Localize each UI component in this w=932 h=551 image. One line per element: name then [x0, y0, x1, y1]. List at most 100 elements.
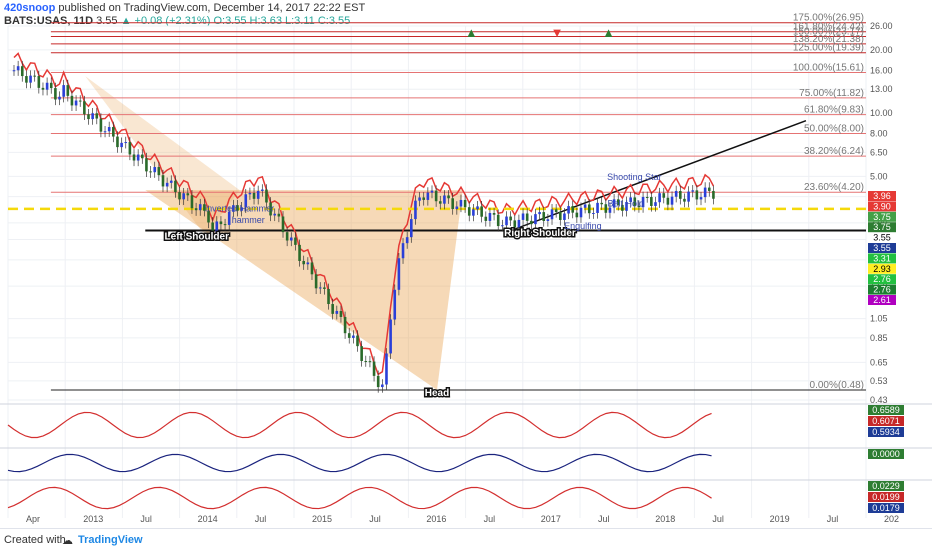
candle-body — [525, 213, 529, 221]
candle-body — [145, 158, 148, 172]
candle-body — [107, 127, 111, 132]
candle-body — [58, 96, 61, 100]
y-tick: 16.00 — [870, 65, 893, 75]
candle-body — [542, 212, 546, 222]
candle-body — [99, 118, 103, 132]
candle-body — [310, 262, 314, 275]
price-tag: 3.31 — [873, 253, 891, 263]
annotation-label: Belt Hold — [607, 198, 644, 208]
fib-label: 75.00%(11.82) — [799, 88, 864, 99]
candle-body — [695, 190, 699, 200]
candle-body — [650, 197, 653, 206]
candle-body — [670, 196, 674, 205]
candle-body — [103, 131, 107, 133]
signal-marker: ▼ — [551, 25, 564, 40]
candle-body — [41, 87, 45, 90]
y-tick: 20.00 — [870, 45, 893, 55]
y-tick: 1.05 — [870, 314, 888, 324]
candle-body — [318, 287, 322, 289]
candle-body — [356, 335, 359, 347]
candle-body — [149, 171, 152, 173]
candle-body — [161, 175, 165, 187]
candle-body — [430, 190, 434, 193]
x-tick: 2019 — [770, 514, 790, 524]
candle-body — [323, 287, 326, 289]
price-tag: 3.96 — [873, 191, 891, 201]
fib-label: 0.00%(0.48) — [810, 380, 864, 391]
annotation-label: Shooting Star — [607, 172, 662, 182]
y-tick: 0.43 — [870, 395, 888, 405]
x-tick: 2018 — [655, 514, 675, 524]
candle-body — [712, 190, 715, 199]
candle-body — [45, 82, 49, 90]
candle-body — [66, 85, 70, 96]
candle-body — [410, 219, 413, 238]
candle-body — [347, 333, 351, 338]
price-tag: 3.75 — [873, 212, 891, 222]
candle-body — [194, 208, 198, 211]
candle-body — [679, 190, 682, 199]
candle-body — [136, 154, 140, 161]
annotation-label: Left Shoulder — [165, 232, 230, 243]
tradingview-brand[interactable]: TradingView — [78, 534, 143, 546]
price-tag: 2.76 — [873, 274, 891, 284]
indicator-tag: 0.0000 — [872, 449, 900, 459]
candle-body — [654, 202, 657, 206]
candle-body — [501, 225, 504, 227]
x-tick: 2014 — [198, 514, 218, 524]
candle-body — [252, 192, 256, 199]
candle-body — [389, 319, 392, 354]
candle-body — [592, 212, 595, 214]
candle-body — [78, 100, 82, 102]
fib-label: 38.20%(6.24) — [804, 146, 864, 157]
candle-body — [426, 192, 430, 200]
chart-area[interactable]: 175.00%(26.95)161.80%(24.42)150.00%(23.1… — [0, 0, 932, 528]
fib-label: 100.00%(15.61) — [793, 63, 864, 74]
candle-body — [29, 75, 32, 83]
indicator-tag: 0.0199 — [872, 492, 900, 502]
candle-body — [476, 206, 479, 210]
candle-body — [219, 221, 223, 225]
candle-body — [608, 207, 612, 213]
candle-body — [447, 195, 450, 199]
candle-body — [381, 384, 384, 388]
candle-body — [438, 201, 442, 204]
candle-body — [352, 335, 355, 338]
candle-body — [20, 66, 24, 77]
candle-body — [451, 198, 454, 210]
annotation-label: hammer — [232, 215, 265, 225]
candle-body — [418, 197, 421, 201]
price-tag: 3.55 — [873, 233, 891, 243]
candle-body — [174, 180, 177, 193]
candle-body — [256, 190, 260, 199]
candle-body — [674, 190, 678, 197]
candle-body — [492, 213, 496, 215]
x-tick: Jul — [712, 514, 724, 524]
candle-body — [16, 66, 20, 71]
annotation-label: Engulfing — [564, 221, 602, 231]
candle-body — [37, 76, 41, 88]
footer-bar: Created with ☁ TradingView — [0, 528, 932, 551]
y-tick: 5.00 — [870, 171, 888, 181]
candle-body — [157, 167, 161, 176]
candle-body — [480, 206, 483, 217]
candle-body — [343, 316, 347, 334]
candle-body — [703, 187, 707, 198]
price-tag: 3.75 — [873, 222, 891, 232]
candle-body — [699, 197, 703, 200]
x-tick: Apr — [26, 514, 40, 524]
candle-body — [459, 199, 463, 207]
x-tick: 2015 — [312, 514, 332, 524]
price-tag: 3.90 — [873, 201, 891, 211]
candle-body — [546, 219, 550, 222]
signal-marker: ▲ — [465, 25, 478, 40]
candle-body — [182, 193, 185, 200]
indicator-line — [7, 453, 712, 473]
x-tick: Jul — [484, 514, 496, 524]
candle-body — [463, 199, 467, 208]
candle-body — [25, 76, 28, 83]
candle-body — [662, 193, 666, 198]
candle-body — [550, 209, 554, 220]
candle-body — [360, 346, 363, 362]
y-tick: 10.00 — [870, 108, 893, 118]
